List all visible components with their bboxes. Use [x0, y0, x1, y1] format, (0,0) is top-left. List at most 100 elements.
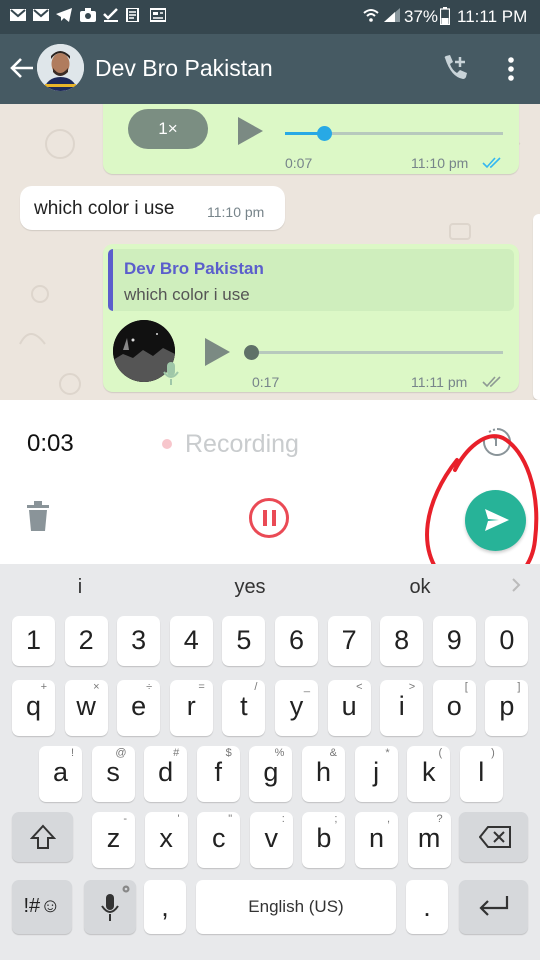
- voice-duration: 0:17: [252, 374, 280, 390]
- voice-input-key[interactable]: [84, 880, 136, 934]
- key-m[interactable]: m?: [407, 812, 451, 868]
- key-e[interactable]: e ÷: [117, 680, 161, 736]
- wifi-icon: [363, 9, 379, 22]
- message-time: 11:10 pm: [207, 204, 265, 220]
- key-k[interactable]: k(: [407, 746, 451, 802]
- key-r[interactable]: r =: [169, 680, 213, 736]
- more-options-icon[interactable]: [506, 56, 516, 82]
- key-hint: ÷: [146, 681, 153, 693]
- space-key[interactable]: English (US): [196, 880, 396, 934]
- key-a[interactable]: a!: [39, 746, 82, 802]
- back-arrow-icon[interactable]: [9, 56, 35, 80]
- key-j[interactable]: j *: [354, 746, 398, 802]
- telegram-icon: [56, 8, 72, 22]
- key-c[interactable]: c ": [197, 812, 241, 868]
- key-2[interactable]: 2: [64, 616, 108, 666]
- play-icon[interactable]: [236, 116, 264, 146]
- key-hint: -: [123, 813, 127, 825]
- camera-icon: [80, 8, 96, 22]
- battery-percentage: 37%: [404, 7, 439, 26]
- pause-recording-button[interactable]: [249, 498, 289, 538]
- shift-icon: [30, 824, 56, 849]
- suggestion-1[interactable]: i: [40, 576, 120, 599]
- key-4[interactable]: 4: [169, 616, 213, 666]
- enter-key[interactable]: [459, 880, 528, 934]
- key-n[interactable]: n,: [355, 812, 398, 868]
- key-d[interactable]: d #: [144, 746, 188, 802]
- chat-area: 1× 0:07 11:10 pm which color i use 11:10…: [0, 104, 540, 400]
- recording-label: Recording: [185, 430, 299, 458]
- key-6[interactable]: 6: [275, 616, 318, 666]
- period-key[interactable]: .: [406, 880, 448, 934]
- message-text[interactable]: which color i use: [34, 198, 174, 220]
- partial-bubble-edge: [533, 214, 540, 400]
- key-8[interactable]: 8: [380, 616, 424, 666]
- key-q[interactable]: q +: [12, 680, 55, 736]
- add-call-icon[interactable]: [441, 54, 471, 82]
- key-hint: ;: [334, 813, 338, 825]
- key-z[interactable]: z-: [92, 812, 135, 868]
- key-hint: ,: [386, 813, 390, 825]
- recording-timer: 0:03: [27, 430, 74, 457]
- key-7[interactable]: 7: [327, 616, 371, 666]
- key-i[interactable]: i >: [380, 680, 424, 736]
- key-hint: ": [228, 813, 233, 825]
- status-time: 11:11 PM: [457, 7, 528, 26]
- playback-speed-button[interactable]: 1×: [128, 109, 208, 149]
- play-icon[interactable]: [203, 337, 231, 367]
- voice-progress-knob[interactable]: [244, 345, 259, 360]
- key-l[interactable]: l): [459, 746, 503, 802]
- delete-icon[interactable]: [27, 501, 49, 531]
- voice-duration: 0:07: [285, 155, 313, 171]
- key-1[interactable]: 1: [12, 616, 55, 666]
- voice-progress-track[interactable]: [251, 351, 503, 354]
- key-hint: !: [70, 747, 74, 759]
- quote-author: Dev Bro Pakistan: [124, 259, 264, 278]
- voice-progress-knob[interactable]: [317, 126, 333, 141]
- mic-icon: [163, 362, 179, 385]
- shift-key[interactable]: [12, 812, 73, 862]
- key-hint: /: [254, 681, 258, 693]
- key-hint: :: [281, 813, 285, 825]
- contact-name[interactable]: Dev Bro Pakistan: [95, 55, 273, 82]
- microphone-icon: [101, 894, 119, 921]
- key-u[interactable]: u <: [327, 680, 371, 736]
- expand-suggestions-icon[interactable]: [511, 578, 521, 592]
- pause-icon: [263, 510, 276, 526]
- avatar[interactable]: [37, 44, 84, 91]
- quoted-message[interactable]: Dev Bro Pakistan which color i use: [108, 249, 514, 311]
- key-g[interactable]: g%: [249, 746, 293, 802]
- key-h[interactable]: h &: [302, 746, 345, 802]
- key-0[interactable]: 0: [485, 616, 529, 666]
- double-check-delivered-icon: [482, 376, 501, 388]
- key-9[interactable]: 9: [432, 616, 476, 666]
- key-3[interactable]: 3: [117, 616, 161, 666]
- key-w[interactable]: w ×: [64, 680, 108, 736]
- comma-key[interactable]: ,: [144, 880, 186, 934]
- signal-icon: [384, 8, 400, 22]
- key-hint: (: [438, 747, 443, 759]
- suggestion-2[interactable]: yes: [210, 576, 290, 599]
- key-hint: ): [491, 747, 495, 759]
- key-s[interactable]: s @: [91, 746, 135, 802]
- suggestion-3[interactable]: ok: [380, 576, 460, 599]
- key-o[interactable]: o[: [432, 680, 476, 736]
- key-5[interactable]: 5: [222, 616, 266, 666]
- key-x[interactable]: x ': [144, 812, 188, 868]
- double-check-read-icon: [482, 157, 501, 169]
- status-bar: 37% 11:11 PM: [0, 0, 540, 34]
- key-hint: &: [329, 747, 337, 759]
- key-hint: ?: [436, 813, 443, 825]
- symbols-key[interactable]: !#☺: [12, 880, 72, 934]
- backspace-key[interactable]: [459, 812, 528, 862]
- key-hint: ×: [93, 681, 100, 693]
- key-f[interactable]: f $: [196, 746, 240, 802]
- key-y[interactable]: y _: [275, 680, 318, 736]
- key-v[interactable]: v:: [249, 812, 293, 868]
- key-hint: _: [303, 681, 310, 693]
- recording-indicator-dot: [162, 439, 172, 449]
- key-t[interactable]: t /: [222, 680, 266, 736]
- message-time: 11:11 pm: [411, 374, 468, 390]
- key-b[interactable]: b;: [302, 812, 346, 868]
- key-p[interactable]: p]: [485, 680, 529, 736]
